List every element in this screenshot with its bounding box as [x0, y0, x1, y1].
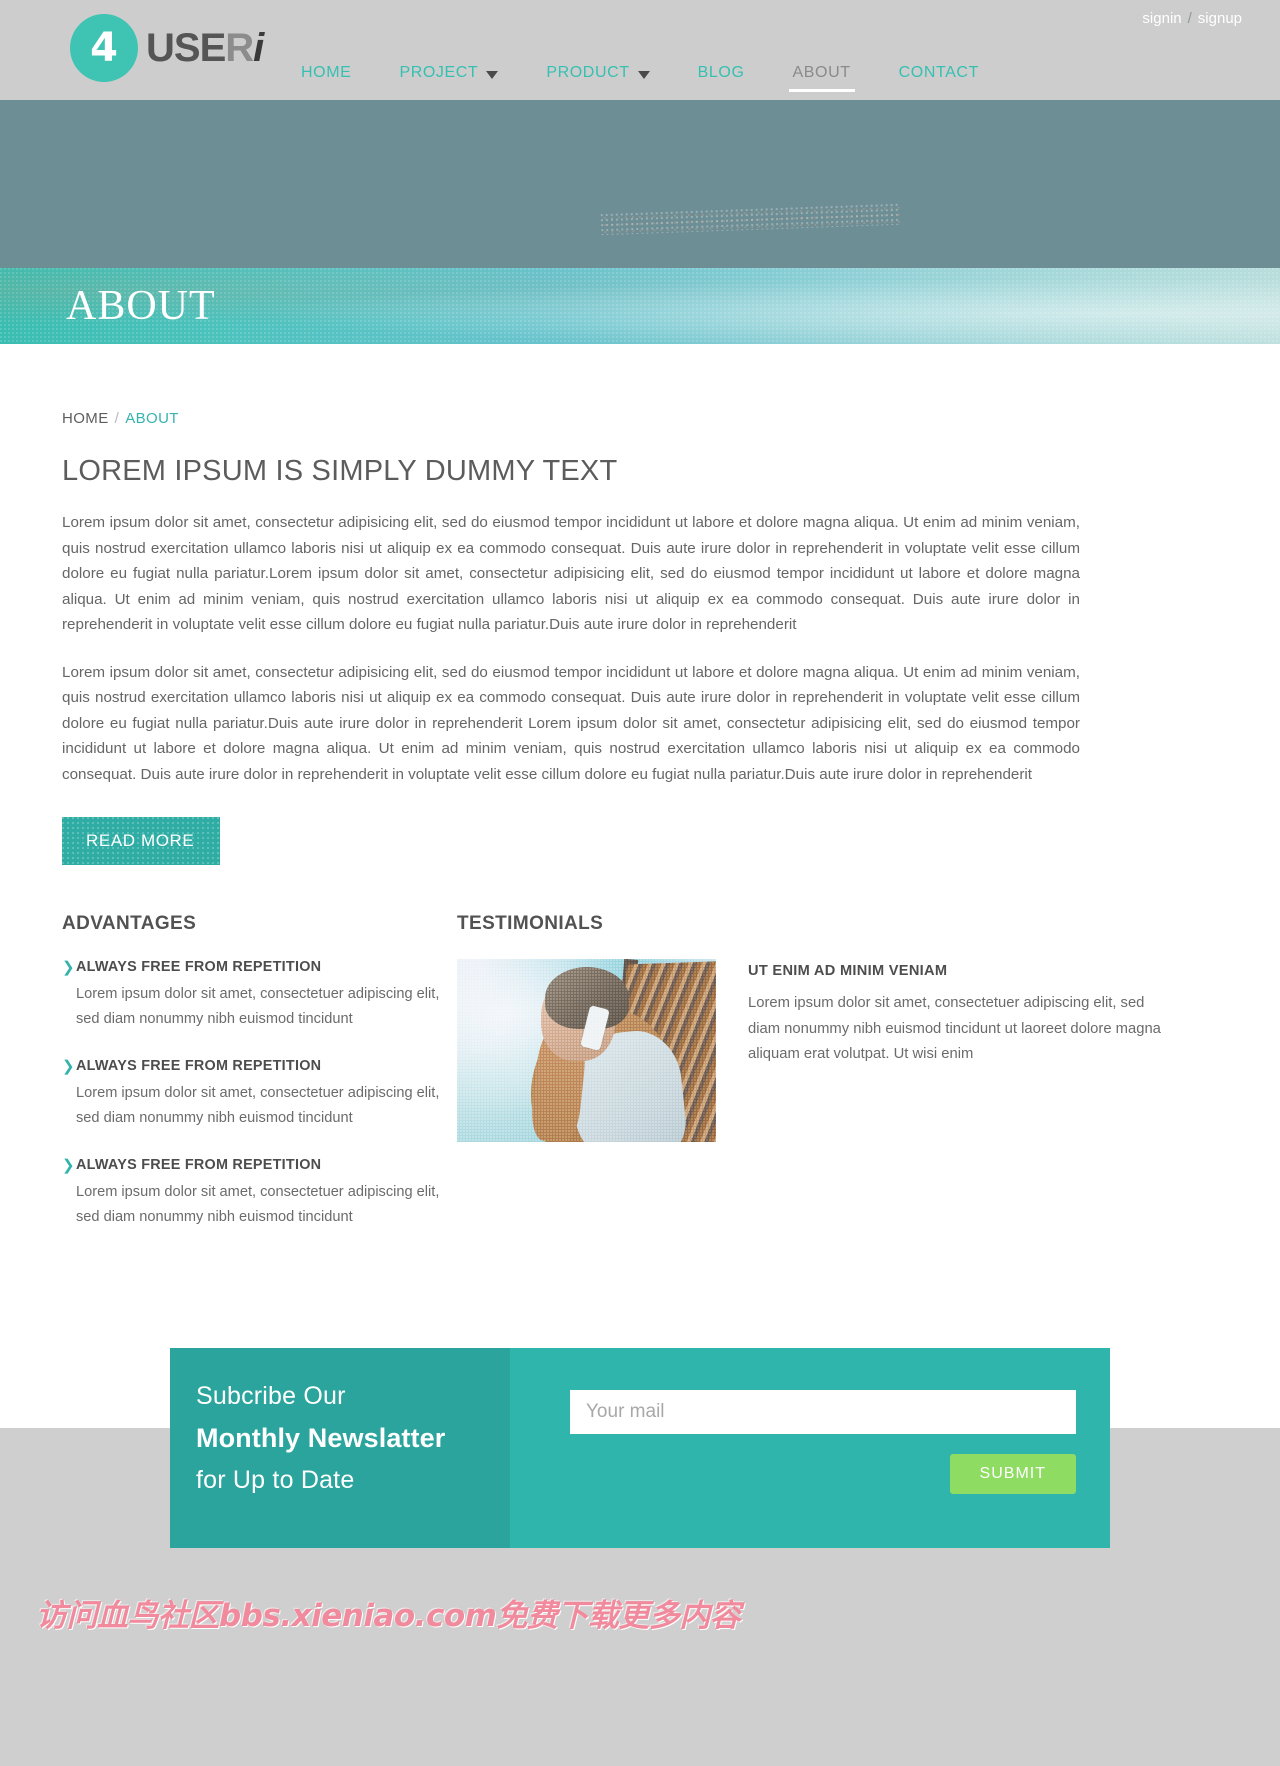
testimonial-photo [457, 959, 716, 1142]
newsletter-zone: Subcribe Our Monthly Newslatter for Up t… [0, 1348, 1280, 1568]
advantage-text: Lorem ipsum dolor sit amet, consectetuer… [76, 986, 440, 1027]
page-title-banner: ABOUT [0, 268, 1280, 344]
nav-item-home[interactable]: HOME [277, 58, 375, 88]
list-item: ❯ ALWAYS FREE FROM REPETITION Lorem ipsu… [62, 1157, 457, 1230]
nav-item-product[interactable]: PRODUCT [522, 58, 673, 88]
testimonials-heading: TESTIMONIALS [457, 913, 604, 934]
advantage-text: Lorem ipsum dolor sit amet, consectetuer… [76, 1085, 440, 1126]
auth-links: signin / signup [1142, 10, 1242, 27]
nav-label-contact: CONTACT [898, 64, 979, 81]
nav-item-blog[interactable]: BLOG [674, 58, 769, 88]
main-navigation: HOME PROJECT PRODUCT BLOG ABOUT CONTACT [0, 58, 1280, 100]
nav-label-blog: BLOG [697, 64, 745, 81]
advantage-text: Lorem ipsum dolor sit amet, consectetuer… [76, 1184, 440, 1225]
body-paragraph-1: Lorem ipsum dolor sit amet, consectetur … [62, 514, 1080, 633]
chevron-right-icon: ❯ [62, 1157, 75, 1174]
signup-link[interactable]: signup [1198, 10, 1242, 27]
breadcrumb: HOME / ABOUT [62, 344, 1220, 427]
breadcrumb-home-link[interactable]: HOME [62, 410, 109, 427]
nav-label-home: HOME [301, 64, 352, 81]
nav-item-project[interactable]: PROJECT [375, 58, 522, 88]
footer-watermark: 访问血鸟社区bbs.xieniao.com免费下载更多内容 [36, 1598, 741, 1634]
advantages-column: ADVANTAGES ❯ ALWAYS FREE FROM REPETITION… [62, 913, 457, 1256]
nav-label-project: PROJECT [399, 64, 479, 81]
advantage-title: ALWAYS FREE FROM REPETITION [76, 1157, 322, 1173]
submit-row: SUBMIT [570, 1454, 1076, 1494]
advantage-title: ALWAYS FREE FROM REPETITION [76, 1058, 322, 1074]
testimonial-text-block: UT ENIM AD MINIM VENIAM Lorem ipsum dolo… [748, 959, 1220, 1142]
newsletter-copy: Subcribe Our Monthly Newslatter for Up t… [170, 1348, 510, 1548]
breadcrumb-separator: / [114, 410, 120, 427]
signin-link[interactable]: signin [1142, 10, 1181, 27]
nav-item-contact[interactable]: CONTACT [875, 58, 1003, 88]
newsletter-line-2: Monthly Newslatter [196, 1423, 446, 1453]
chevron-down-icon [637, 71, 650, 79]
read-more-label: READ MORE [86, 831, 195, 850]
main-content: HOME / ABOUT LOREM IPSUM IS SIMPLY DUMMY T… [0, 344, 1280, 1348]
submit-button[interactable]: SUBMIT [949, 1454, 1076, 1494]
breadcrumb-current: ABOUT [125, 410, 179, 427]
newsletter-form: SUBMIT [510, 1348, 1110, 1548]
auth-separator: / [1187, 10, 1192, 27]
site-header: 4 USERi signin / signup HOME PROJECT PRODU… [0, 0, 1280, 100]
content-bottom-spacer [0, 1256, 1280, 1348]
list-item: ❯ ALWAYS FREE FROM REPETITION Lorem ipsu… [62, 1058, 457, 1131]
two-column-section: ADVANTAGES ❯ ALWAYS FREE FROM REPETITION… [62, 913, 1220, 1256]
testimonials-column: TESTIMONIALS UT ENIM AD MINIM VENIAM Lor… [457, 913, 1220, 1256]
testimonial-item: UT ENIM AD MINIM VENIAM Lorem ipsum dolo… [457, 959, 1220, 1142]
nav-label-about: ABOUT [792, 64, 851, 81]
photo-halftone-overlay [457, 959, 716, 1142]
advantage-title: ALWAYS FREE FROM REPETITION [76, 959, 322, 975]
newsletter-line-1: Subcribe Our [196, 1382, 346, 1410]
testimonial-body: Lorem ipsum dolor sit amet, consectetuer… [748, 995, 1161, 1062]
page-heading: LOREM IPSUM IS SIMPLY DUMMY TEXT [62, 455, 618, 487]
newsletter-line-3: for Up to Date [196, 1466, 355, 1494]
hero-banner [0, 100, 1280, 268]
page-root: 4 USERi signin / signup HOME PROJECT PRODU… [0, 0, 1280, 1708]
read-more-button[interactable]: READ MORE [62, 817, 221, 865]
email-field[interactable] [570, 1390, 1076, 1434]
newsletter-panel: Subcribe Our Monthly Newslatter for Up t… [170, 1348, 1110, 1548]
site-footer: 访问血鸟社区bbs.xieniao.com免费下载更多内容 [0, 1568, 1280, 1708]
advantages-heading: ADVANTAGES [62, 913, 197, 934]
chevron-right-icon: ❯ [62, 1058, 75, 1075]
nav-label-product: PRODUCT [546, 64, 630, 81]
list-item: ❯ ALWAYS FREE FROM REPETITION Lorem ipsu… [62, 959, 457, 1032]
chevron-down-icon [486, 71, 499, 79]
nav-item-about[interactable]: ABOUT [769, 58, 875, 92]
page-title: ABOUT [66, 283, 216, 329]
chevron-right-icon: ❯ [62, 959, 75, 976]
testimonial-title: UT ENIM AD MINIM VENIAM [748, 963, 948, 979]
body-paragraph-2: Lorem ipsum dolor sit amet, consectetur … [62, 663, 1080, 783]
hero-texture-decoration [599, 202, 901, 236]
